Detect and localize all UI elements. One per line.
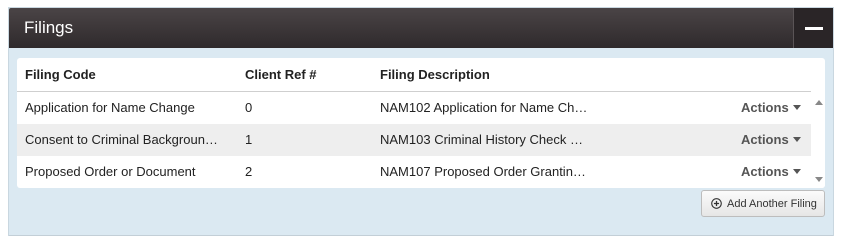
table-scrollbar[interactable] [813, 92, 825, 188]
caret-down-icon [792, 137, 801, 143]
filing-code-cell: Application for Name Change [25, 100, 195, 115]
scroll-down-arrow-icon[interactable] [815, 177, 823, 182]
client-ref-cell: 1 [245, 132, 253, 147]
actions-label: Actions [741, 164, 789, 179]
filing-code-cell: Consent to Criminal Background … [25, 132, 225, 147]
table-row[interactable]: Consent to Criminal Background … 1 NAM10… [17, 124, 811, 156]
filing-description-cell: NAM107 Proposed Order Grantin… [380, 164, 586, 179]
filings-panel: Filings Filing Code Client Ref # Filing … [8, 7, 834, 236]
client-ref-cell: 0 [245, 100, 253, 115]
actions-label: Actions [741, 100, 789, 115]
actions-dropdown[interactable]: Actions [741, 100, 801, 115]
table-row[interactable]: Application for Name Change 0 NAM102 App… [17, 92, 811, 124]
actions-dropdown[interactable]: Actions [741, 164, 801, 179]
actions-label: Actions [741, 132, 789, 147]
caret-down-icon [792, 105, 801, 111]
scroll-up-arrow-icon[interactable] [815, 100, 823, 105]
filing-code-cell: Proposed Order or Document [25, 164, 196, 179]
column-header-filing-description[interactable]: Filing Description [380, 67, 590, 82]
caret-down-icon [792, 169, 801, 175]
collapse-button[interactable] [793, 8, 833, 48]
add-another-filing-label: Add Another Filing [727, 198, 817, 210]
filing-description-cell: NAM102 Application for Name Ch… [380, 100, 588, 115]
filing-description-cell: NAM103 Criminal History Check … [380, 132, 583, 147]
plus-circle-icon [711, 198, 722, 209]
minus-icon [805, 27, 823, 30]
panel-title: Filings [24, 18, 74, 37]
panel-bottom-divider [9, 235, 833, 236]
client-ref-cell: 2 [245, 164, 253, 179]
filings-table: Filing Code Client Ref # Filing Descript… [17, 58, 825, 188]
table-row[interactable]: Proposed Order or Document 2 NAM107 Prop… [17, 156, 811, 188]
table-header: Filing Code Client Ref # Filing Descript… [17, 58, 811, 92]
panel-header: Filings [9, 8, 833, 48]
column-header-client-ref[interactable]: Client Ref # [245, 67, 355, 82]
add-another-filing-button[interactable]: Add Another Filing [701, 190, 825, 217]
actions-dropdown[interactable]: Actions [741, 132, 801, 147]
column-header-filing-code[interactable]: Filing Code [25, 67, 225, 82]
